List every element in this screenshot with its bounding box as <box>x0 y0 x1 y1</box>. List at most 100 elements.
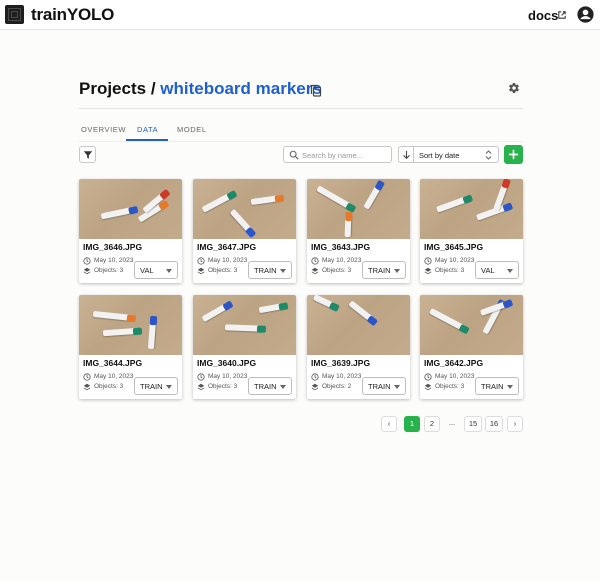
layers-icon <box>311 383 319 391</box>
caret-down-icon <box>507 385 513 389</box>
pagination-prev[interactable]: ‹ <box>381 416 397 432</box>
pagination-page-15[interactable]: 15 <box>464 416 482 432</box>
add-image-button[interactable] <box>504 145 523 164</box>
sort-select[interactable]: Sort by date <box>413 146 499 163</box>
image-thumbnail[interactable] <box>193 179 296 239</box>
chevron-updown-icon <box>485 150 492 160</box>
image-thumbnail[interactable] <box>79 179 182 239</box>
tab-data[interactable]: DATA <box>137 125 158 134</box>
filter-button[interactable] <box>79 146 96 163</box>
add-icon <box>508 149 519 160</box>
image-thumbnail[interactable] <box>307 295 410 355</box>
image-name: IMG_3645.JPG <box>424 242 484 252</box>
docs-link[interactable]: docs <box>528 8 558 23</box>
marker-cap <box>222 299 234 311</box>
image-card[interactable]: IMG_3644.JPG May 10, 2023 Objects: 3 TRA… <box>79 295 182 399</box>
marker-cap <box>158 188 171 200</box>
breadcrumb-root[interactable]: Projects <box>79 79 146 98</box>
clock-icon <box>311 257 319 265</box>
pagination-ellipsis: ... <box>448 418 456 427</box>
account-icon[interactable] <box>577 6 594 23</box>
marker-cap <box>278 301 289 311</box>
caret-down-icon <box>166 385 172 389</box>
image-date: May 10, 2023 <box>435 257 475 264</box>
image-card[interactable]: IMG_3645.JPG May 10, 2023 Objects: 3 VAL <box>420 179 523 283</box>
image-name: IMG_3646.JPG <box>83 242 143 252</box>
image-thumbnail[interactable] <box>79 295 182 355</box>
clock-icon <box>424 257 432 265</box>
page-title: Projects / whiteboard markers <box>79 79 322 99</box>
app-title[interactable]: trainYOLO <box>31 5 114 25</box>
caret-down-icon <box>507 269 513 273</box>
caret-down-icon <box>394 385 400 389</box>
marker-cap <box>256 324 267 333</box>
pagination-page-1[interactable]: 1 <box>404 416 420 432</box>
marker-cap <box>128 205 139 215</box>
tab-model[interactable]: MODEL <box>177 125 207 134</box>
marker-cap <box>458 323 470 334</box>
clock-icon <box>83 257 91 265</box>
marker-shape <box>229 208 257 238</box>
split-select[interactable]: TRAIN <box>248 377 292 395</box>
split-select[interactable]: TRAIN <box>362 261 406 279</box>
layers-icon <box>83 383 91 391</box>
split-select[interactable]: TRAIN <box>362 377 406 395</box>
marker-cap <box>132 327 143 335</box>
marker-shape <box>258 301 289 314</box>
tab-overview[interactable]: OVERVIEW <box>81 125 126 134</box>
object-count: Objects: 3 <box>94 267 124 274</box>
image-card[interactable]: IMG_3642.JPG May 10, 2023 Objects: 3 TRA… <box>420 295 523 399</box>
marker-shape <box>147 315 157 350</box>
image-date: May 10, 2023 <box>435 373 475 380</box>
clock-icon <box>311 373 319 381</box>
split-select[interactable]: TRAIN <box>475 377 519 395</box>
image-card[interactable]: IMG_3639.JPG May 10, 2023 Objects: 2 TRA… <box>307 295 410 399</box>
split-select[interactable]: TRAIN <box>134 377 178 395</box>
image-thumbnail[interactable] <box>307 179 410 239</box>
logo-icon[interactable] <box>5 5 24 24</box>
image-thumbnail[interactable] <box>193 295 296 355</box>
copy-icon[interactable] <box>310 84 322 97</box>
marker-shape <box>344 211 352 238</box>
caret-down-icon <box>394 269 400 273</box>
caret-down-icon <box>280 269 286 273</box>
marker-cap <box>373 179 385 191</box>
marker-cap <box>344 211 352 222</box>
external-link-icon[interactable] <box>558 11 566 19</box>
marker-shape <box>363 179 385 210</box>
image-thumbnail[interactable] <box>420 295 523 355</box>
split-select[interactable]: VAL <box>134 261 178 279</box>
image-name: IMG_3643.JPG <box>311 242 371 252</box>
image-card[interactable]: IMG_3646.JPG May 10, 2023 Objects: 3 VAL <box>79 179 182 283</box>
image-name: IMG_3640.JPG <box>197 358 257 368</box>
image-name: IMG_3639.JPG <box>311 358 371 368</box>
pagination-next[interactable]: › <box>507 416 523 432</box>
breadcrumb-project[interactable]: whiteboard markers <box>160 79 322 98</box>
pagination-page-2[interactable]: 2 <box>424 416 440 432</box>
marker-cap <box>500 179 511 189</box>
image-date: May 10, 2023 <box>208 257 248 264</box>
clock-icon <box>197 257 205 265</box>
object-count: Objects: 3 <box>322 267 352 274</box>
split-select[interactable]: VAL <box>475 261 519 279</box>
split-select[interactable]: TRAIN <box>248 261 292 279</box>
marker-shape <box>428 307 470 334</box>
marker-shape <box>250 194 285 206</box>
object-count: Objects: 2 <box>322 383 352 390</box>
image-card[interactable]: IMG_3647.JPG May 10, 2023 Objects: 3 TRA… <box>193 179 296 283</box>
search-field[interactable]: Search by name... <box>283 146 392 163</box>
object-count: Objects: 3 <box>435 267 465 274</box>
image-card[interactable]: IMG_3643.JPG May 10, 2023 Objects: 3 TRA… <box>307 179 410 283</box>
sort-direction-button[interactable] <box>398 146 414 163</box>
image-thumbnail[interactable] <box>420 179 523 239</box>
filter-icon <box>83 151 93 159</box>
marker-cap <box>274 194 285 203</box>
layers-icon <box>424 383 432 391</box>
split-value: TRAIN <box>140 382 163 391</box>
pagination-page-16[interactable]: 16 <box>485 416 503 432</box>
image-card[interactable]: IMG_3640.JPG May 10, 2023 Objects: 3 TRA… <box>193 295 296 399</box>
split-value: TRAIN <box>368 266 391 275</box>
search-input[interactable]: Search by name... <box>302 151 363 160</box>
settings-icon[interactable] <box>508 82 520 94</box>
marker-shape <box>201 299 234 323</box>
